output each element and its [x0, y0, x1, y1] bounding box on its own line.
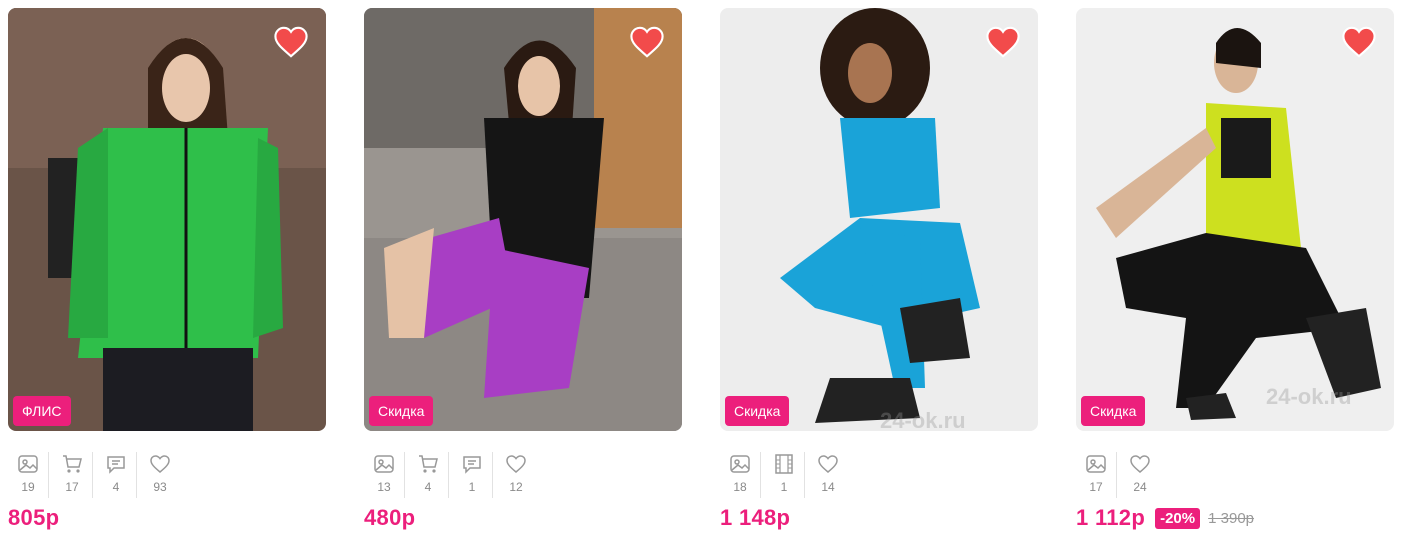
product-badge: Скидка [1081, 396, 1146, 426]
product-price: 480р [364, 505, 416, 530]
product-stats: 18 1 14 [720, 452, 851, 498]
stat-value: 4 [424, 480, 432, 494]
heart-outline-icon [1130, 455, 1150, 473]
stat-likes[interactable]: 93 [140, 452, 180, 498]
stat-photos[interactable]: 19 [8, 452, 49, 498]
cart-icon [419, 455, 438, 473]
cart-icon [63, 455, 82, 473]
photo-icon [730, 455, 750, 473]
product-image[interactable]: 24-ok.ru Скидка [1076, 8, 1394, 431]
price-row: 1 148р [720, 505, 790, 531]
product-stats: 19 17 4 93 [8, 452, 183, 498]
price-row: 480р [364, 505, 415, 531]
heart-outline-icon [818, 455, 838, 473]
comment-icon [463, 456, 481, 474]
product-card[interactable]: ФЛИС 19 17 4 93 805р [8, 8, 326, 530]
old-price: 1 390р [1208, 509, 1255, 527]
stat-value: 17 [65, 480, 79, 494]
stat-value: 17 [1089, 480, 1103, 494]
stat-cart[interactable]: 17 [52, 452, 93, 498]
product-badge: Скидка [725, 396, 790, 426]
stat-comments[interactable]: 4 [96, 452, 137, 498]
favorite-heart-icon[interactable] [630, 26, 664, 58]
favorite-heart-icon[interactable] [986, 26, 1020, 58]
photo-icon [1086, 455, 1106, 473]
stat-value: 18 [733, 480, 747, 494]
favorite-heart-icon[interactable] [274, 26, 308, 58]
price-row: 805р [8, 505, 59, 531]
product-stats: 13 4 1 12 [364, 452, 539, 498]
favorite-heart-icon[interactable] [1342, 26, 1376, 58]
stat-likes[interactable]: 12 [496, 452, 536, 498]
product-photo [8, 8, 326, 431]
stat-value: 14 [821, 480, 835, 494]
stat-value: 24 [1133, 480, 1147, 494]
watermark: 24-ok.ru [1266, 384, 1352, 409]
stat-value: 13 [377, 480, 391, 494]
product-stats: 17 24 [1076, 452, 1163, 498]
stat-value: 4 [112, 480, 120, 494]
heart-outline-icon [150, 455, 170, 473]
stat-value: 93 [153, 480, 167, 494]
stat-likes[interactable]: 14 [808, 452, 848, 498]
photo-icon [18, 455, 38, 473]
product-badge: ФЛИС [13, 396, 71, 426]
product-image[interactable]: Скидка [364, 8, 682, 431]
stat-photos[interactable]: 18 [720, 452, 761, 498]
watermark: 24-ok.ru [880, 408, 966, 431]
comment-icon [107, 456, 125, 474]
stat-value: 1 [468, 480, 476, 494]
stat-likes[interactable]: 24 [1120, 452, 1160, 498]
stat-photos[interactable]: 13 [364, 452, 405, 498]
discount-badge: -20% [1155, 507, 1201, 529]
product-card[interactable]: 24-ok.ru Скидка 18 1 14 1 148р [720, 8, 1038, 530]
product-image[interactable]: 24-ok.ru Скидка [720, 8, 1038, 431]
product-price: 805р [8, 505, 60, 530]
product-badge: Скидка [369, 396, 434, 426]
product-price: 1 148р [720, 505, 791, 530]
product-photo [720, 8, 1038, 431]
film-icon [775, 454, 793, 474]
product-photo [364, 8, 682, 431]
stat-videos[interactable]: 1 [764, 452, 805, 498]
stat-value: 1 [780, 480, 788, 494]
heart-outline-icon [506, 455, 526, 473]
stat-value: 12 [509, 480, 523, 494]
product-image[interactable]: ФЛИС [8, 8, 326, 431]
photo-icon [374, 455, 394, 473]
stat-cart[interactable]: 4 [408, 452, 449, 498]
product-price: 1 112р [1076, 505, 1146, 530]
product-card[interactable]: Скидка 13 4 1 12 480р [364, 8, 682, 530]
product-photo [1076, 8, 1394, 431]
stat-value: 19 [21, 480, 35, 494]
price-row: 1 112р -20% 1 390р [1076, 505, 1254, 531]
stat-comments[interactable]: 1 [452, 452, 493, 498]
product-card[interactable]: 24-ok.ru Скидка 17 24 1 112р -20% 1 390р [1076, 8, 1394, 530]
stat-photos[interactable]: 17 [1076, 452, 1117, 498]
